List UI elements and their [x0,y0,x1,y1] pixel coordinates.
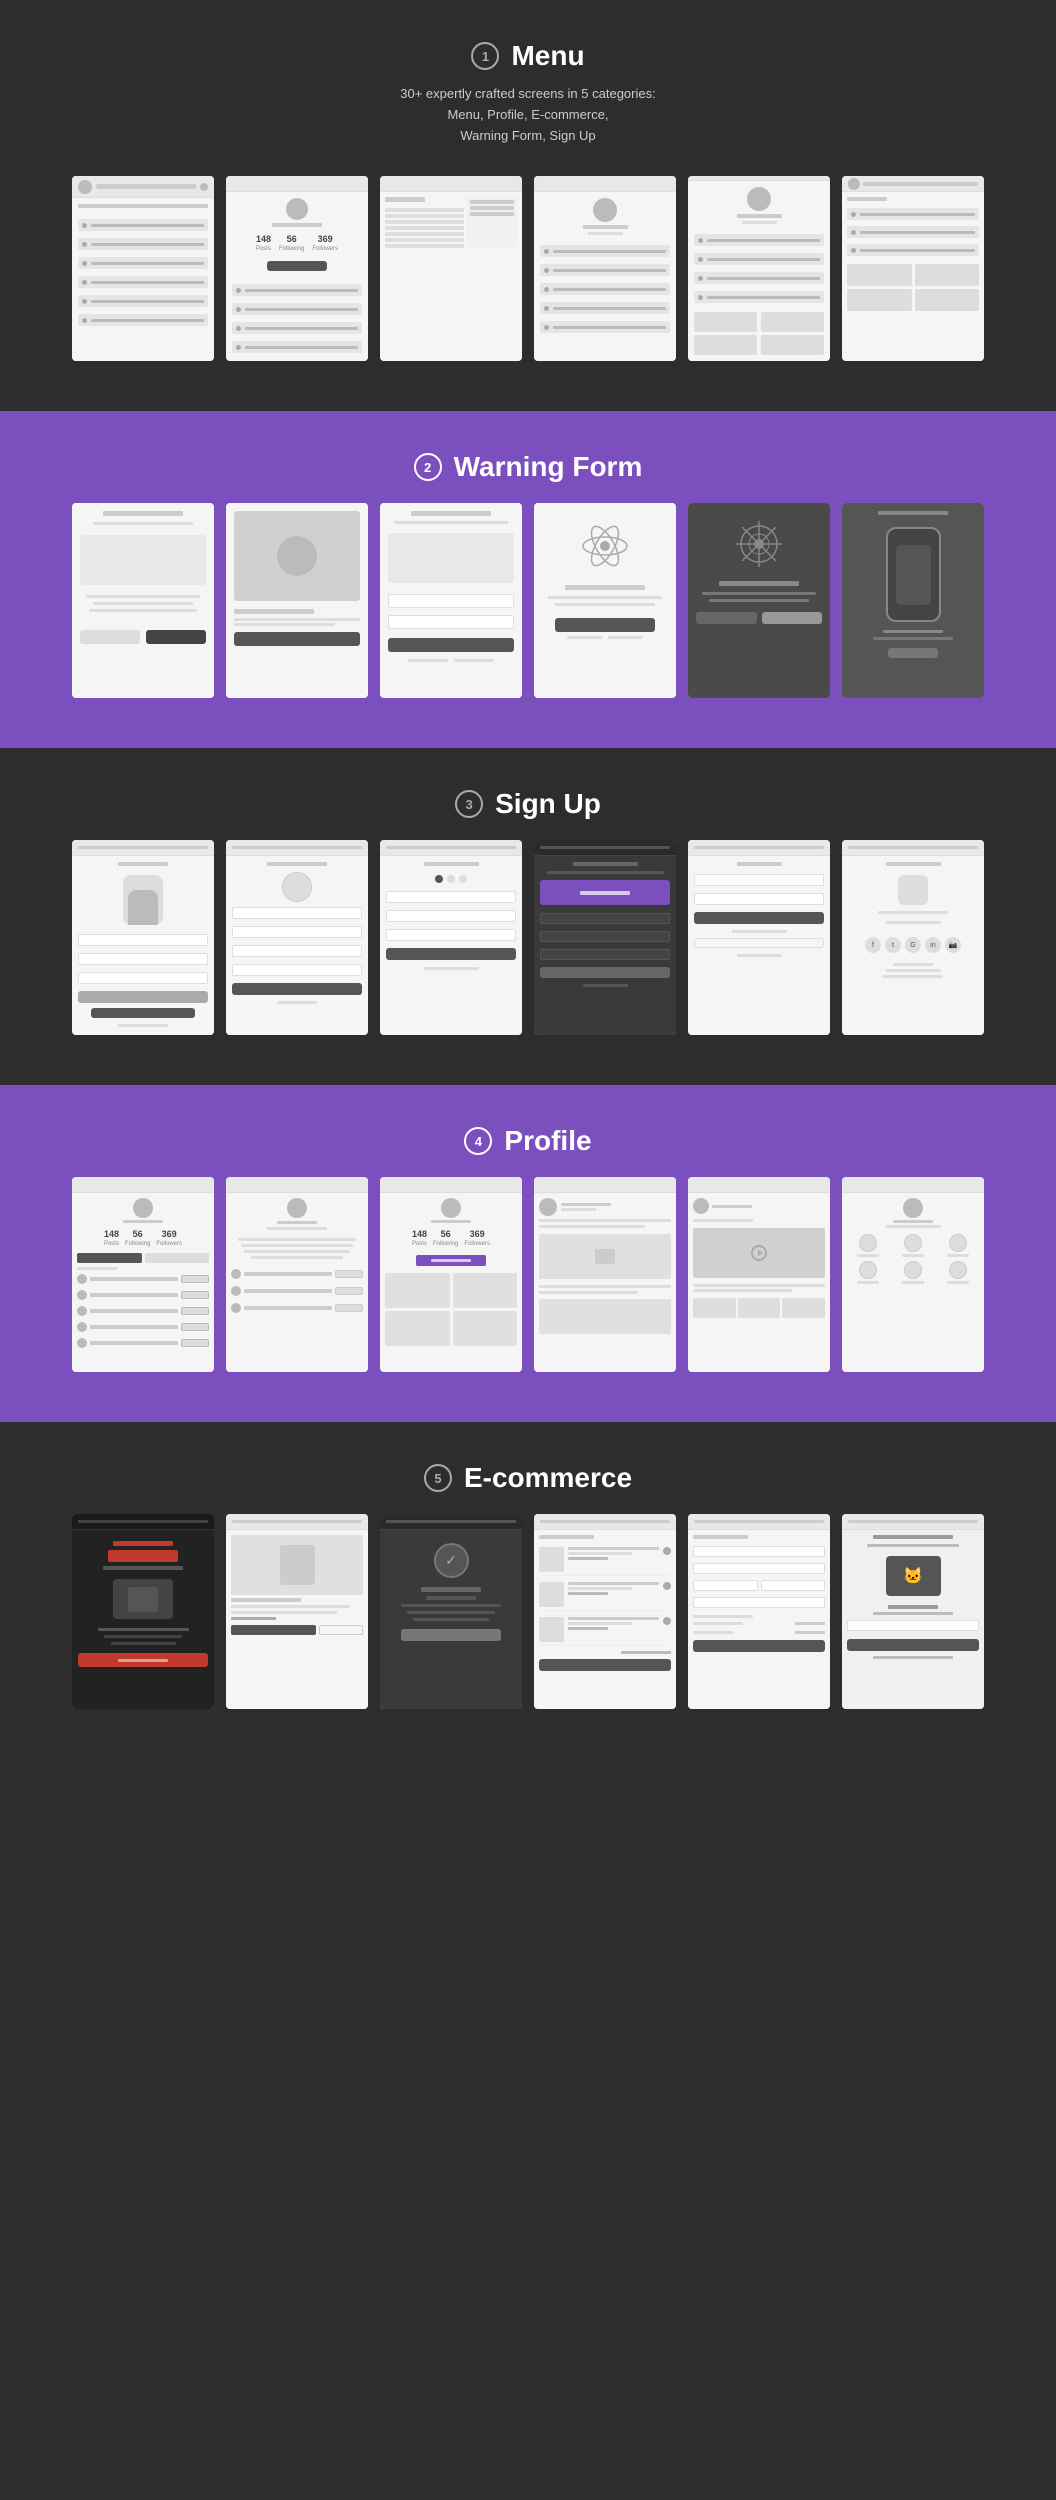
screen-signup-1 [72,840,214,1035]
section-signup: 3 Sign Up [0,748,1056,1085]
menu-screens-row: 148Posts 56Following 369Followers [60,176,996,361]
section-menu-header: 1 Menu [60,40,996,72]
section-number-3: 3 [455,790,483,818]
section-profile: 4 Profile 148Posts 56Following 369Follow… [0,1085,1056,1422]
screen-profile-3: 148Posts 56Following 369Followers [380,1177,522,1372]
section-title-ecommerce: E-commerce [464,1462,632,1494]
screen-warning-4 [534,503,676,698]
screen-menu-5 [688,176,830,361]
screen-ecom-5 [688,1514,830,1709]
screen-ecom-1 [72,1514,214,1709]
warning-screens-row [60,503,996,698]
section-profile-header: 4 Profile [60,1125,996,1157]
screen-signup-2 [226,840,368,1035]
screen-menu-3 [380,176,522,361]
screen-signup-5 [688,840,830,1035]
screen-warning-2 [226,503,368,698]
screen-profile-2 [226,1177,368,1372]
section-number-4: 4 [464,1127,492,1155]
screen-warning-5 [688,503,830,698]
section-number-5: 5 [424,1464,452,1492]
section-number-2: 2 [414,453,442,481]
screen-menu-6 [842,176,984,361]
screen-profile-4 [534,1177,676,1372]
screen-ecom-3: ✓ [380,1514,522,1709]
screen-menu-1 [72,176,214,361]
section-title-profile: Profile [504,1125,591,1157]
section-warning: 2 Warning Form [0,411,1056,748]
signup-screens-row: f t G in 📷 [60,840,996,1035]
screen-profile-5 [688,1177,830,1372]
screen-warning-1 [72,503,214,698]
profile-screens-row: 148Posts 56Following 369Followers [60,1177,996,1372]
ecommerce-screens-row: ✓ [60,1514,996,1709]
section-title-signup: Sign Up [495,788,601,820]
screen-ecom-6: 🐱 [842,1514,984,1709]
screen-menu-4 [534,176,676,361]
section-title-warning: Warning Form [454,451,643,483]
screen-warning-3 [380,503,522,698]
section-subtitle-menu: 30+ expertly crafted screens in 5 catego… [60,84,996,146]
section-ecommerce: 5 E-commerce [0,1422,1056,1769]
screen-warning-6 [842,503,984,698]
section-menu: 1 Menu 30+ expertly crafted screens in 5… [0,0,1056,411]
section-signup-header: 3 Sign Up [60,788,996,820]
screen-ecom-2 [226,1514,368,1709]
screen-signup-6: f t G in 📷 [842,840,984,1035]
screen-menu-2: 148Posts 56Following 369Followers [226,176,368,361]
screen-profile-6 [842,1177,984,1372]
screen-profile-1: 148Posts 56Following 369Followers [72,1177,214,1372]
section-number-1: 1 [471,42,499,70]
section-ecommerce-header: 5 E-commerce [60,1462,996,1494]
section-warning-header: 2 Warning Form [60,451,996,483]
section-title-menu: Menu [511,40,584,72]
screen-ecom-4 [534,1514,676,1709]
screen-signup-4 [534,840,676,1035]
screen-signup-3 [380,840,522,1035]
